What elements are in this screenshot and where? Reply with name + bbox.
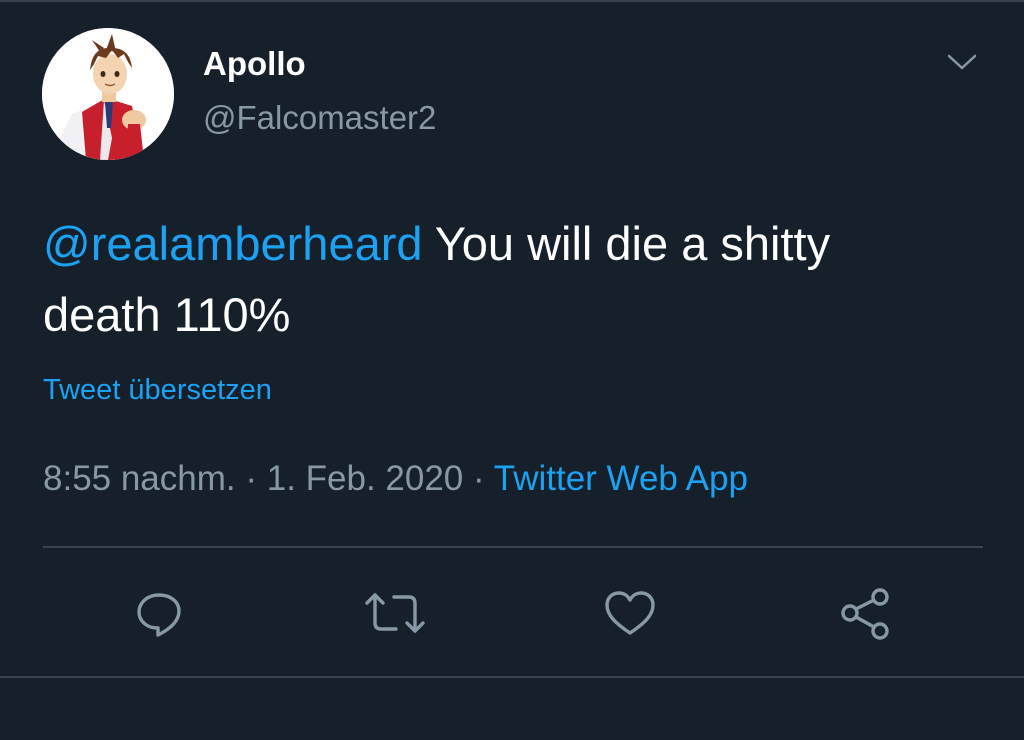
- chevron-down-icon[interactable]: [944, 46, 980, 76]
- share-icon: [841, 588, 889, 640]
- avatar[interactable]: [42, 28, 174, 160]
- like-button[interactable]: [597, 580, 663, 646]
- anime-lawyer-avatar-icon: [42, 28, 174, 160]
- user-handle[interactable]: @Falcomaster2: [203, 98, 436, 138]
- action-bar: [0, 580, 1024, 650]
- reply-icon: [137, 593, 181, 637]
- tweet-card: Apollo @Falcomaster2 @realamberheard You…: [0, 0, 1024, 740]
- source-link[interactable]: Twitter Web App: [494, 459, 748, 498]
- reply-button[interactable]: [126, 580, 192, 646]
- tweet-text: @realamberheard You will die a shitty de…: [43, 208, 943, 350]
- divider: [43, 546, 983, 548]
- heart-icon: [605, 591, 655, 635]
- translate-link[interactable]: Tweet übersetzen: [43, 372, 272, 408]
- mention-link[interactable]: @realamberheard: [43, 217, 423, 270]
- tweet-meta: 8:55 nachm. · 1. Feb. 2020 · Twitter Web…: [43, 457, 748, 501]
- display-name[interactable]: Apollo: [203, 44, 306, 84]
- bottom-border: [0, 676, 1024, 678]
- retweet-button[interactable]: [362, 580, 428, 646]
- meta-separator: ·: [463, 459, 494, 498]
- timestamp[interactable]: 8:55 nachm. · 1. Feb. 2020: [43, 459, 463, 498]
- retweet-icon: [365, 593, 425, 633]
- share-button[interactable]: [832, 580, 898, 646]
